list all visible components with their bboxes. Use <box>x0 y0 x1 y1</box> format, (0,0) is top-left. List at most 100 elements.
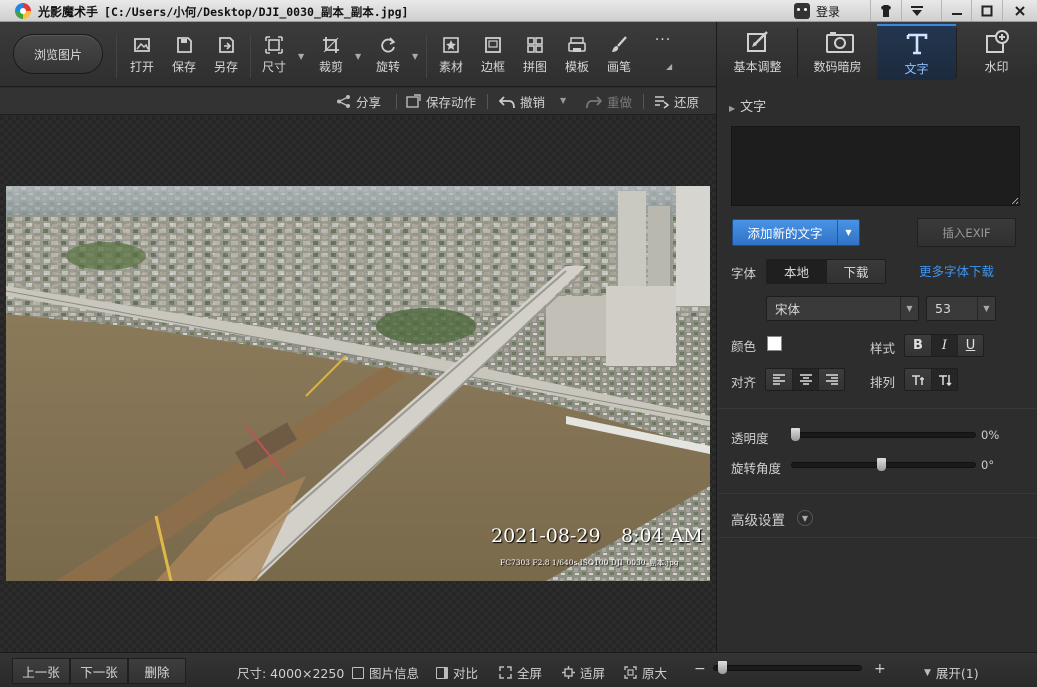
save-as-button[interactable]: 另存 <box>208 36 244 80</box>
bold-button[interactable]: B <box>905 335 931 356</box>
expand-filmstrip-button[interactable]: ▼ 展开(1) <box>924 663 979 682</box>
previous-image-button[interactable]: 上一张 <box>12 658 70 684</box>
fullscreen-button[interactable]: 全屏 <box>499 663 542 682</box>
align-center-icon <box>799 374 812 385</box>
resize-dropdown-icon[interactable]: ▼ <box>298 52 304 61</box>
fit-screen-button[interactable]: 适屏 <box>562 663 605 682</box>
font-size-select[interactable]: 53 ▼ <box>926 296 996 321</box>
tab-basic-adjust-label: 基本调整 <box>733 60 782 74</box>
font-source-download-tab[interactable]: 下载 <box>826 260 885 283</box>
compare-button[interactable]: 对比 <box>436 663 478 682</box>
restore-button[interactable]: 还原 <box>654 93 699 110</box>
tab-text-label: 文字 <box>904 62 929 76</box>
brush-button[interactable]: 画笔 <box>601 36 637 80</box>
zoom-in-button[interactable]: + <box>874 661 886 677</box>
rotate-dropdown-icon[interactable]: ▼ <box>412 52 418 61</box>
border-icon <box>484 36 502 54</box>
rotate-button[interactable]: 旋转 <box>370 36 406 80</box>
insert-exif-button[interactable]: 插入EXIF <box>917 218 1016 247</box>
text-content-input[interactable] <box>731 126 1020 206</box>
user-face-icon <box>794 3 810 19</box>
open-icon <box>133 36 151 54</box>
text-color-swatch[interactable] <box>767 336 782 351</box>
underline-button[interactable]: U <box>957 335 983 356</box>
app-logo-icon <box>15 3 31 19</box>
undo-button[interactable]: 撤销 <box>499 93 545 110</box>
fit-screen-label: 适屏 <box>580 666 606 681</box>
maximize-icon[interactable] <box>971 0 1001 21</box>
save-button[interactable]: 保存 <box>166 36 202 80</box>
image-info-button[interactable]: 图片信息 <box>352 663 419 682</box>
crop-button[interactable]: 裁剪 <box>313 36 349 80</box>
opacity-slider-thumb[interactable] <box>791 428 800 441</box>
vertical-text-button[interactable] <box>931 369 957 390</box>
zoom-slider[interactable] <box>713 665 862 671</box>
close-icon[interactable] <box>1002 0 1037 21</box>
browse-images-button[interactable]: 浏览图片 <box>13 34 103 74</box>
open-button[interactable]: 打开 <box>124 36 160 80</box>
minimize-icon[interactable] <box>941 0 971 21</box>
opacity-slider[interactable] <box>791 432 976 438</box>
restore-label: 还原 <box>674 95 700 110</box>
menu-icon[interactable] <box>901 0 931 21</box>
original-size-button[interactable]: 原大 <box>624 663 667 682</box>
opacity-label: 透明度 <box>731 431 769 446</box>
app-name: 光影魔术手 <box>38 5 99 19</box>
add-text-dropdown-icon[interactable]: ▼ <box>837 220 859 245</box>
expand-label: 展开(1) <box>935 666 979 681</box>
save-action-button[interactable]: 保存动作 <box>406 93 476 110</box>
action-bar: 分享 保存动作 撤销 ▼ 重做 还原 <box>0 88 716 115</box>
horizontal-text-button[interactable] <box>905 369 931 390</box>
zoom-out-button[interactable]: − <box>694 661 706 677</box>
align-left-button[interactable] <box>766 369 792 390</box>
toolbar-divider <box>250 34 251 78</box>
material-label: 素材 <box>438 60 463 74</box>
delete-image-button[interactable]: 删除 <box>128 658 186 684</box>
next-image-button[interactable]: 下一张 <box>70 658 128 684</box>
add-text-button[interactable]: 添加新的文字 ▼ <box>732 219 860 246</box>
rotation-slider-thumb[interactable] <box>877 458 886 471</box>
photo-date-stamp: 2021-08-29 <box>491 525 601 547</box>
login-button[interactable]: 登录 <box>794 1 840 21</box>
save-as-label: 另存 <box>213 60 238 74</box>
toolbar-expand-icon[interactable]: ◢ <box>666 62 672 71</box>
border-button[interactable]: 边框 <box>475 36 511 80</box>
main-toolbar: 浏览图片 打开 保存 另存 尺寸 ▼ 裁剪 ▼ 旋转 ▼ 素材 边框 拼图 模板… <box>0 22 716 87</box>
arrange-label: 排列 <box>870 375 896 390</box>
align-label: 对齐 <box>731 375 757 390</box>
tab-basic-adjust[interactable]: 基本调整 <box>718 24 797 80</box>
feature-tabs: 基本调整 数码暗房 文字 水印 <box>716 22 1037 82</box>
undo-dropdown-icon[interactable]: ▼ <box>560 96 566 105</box>
template-button[interactable]: 模板 <box>559 36 595 80</box>
image-canvas[interactable]: 2021-08-29 8:04 AM FC7303 F2.8 1/640s IS… <box>0 116 716 652</box>
horizontal-text-icon <box>912 374 924 385</box>
tab-watermark[interactable]: 水印 <box>957 24 1036 80</box>
chevron-down-icon[interactable]: ▼ <box>797 510 813 526</box>
compare-icon <box>436 666 448 679</box>
advanced-settings-label[interactable]: 高级设置 <box>731 509 785 529</box>
redo-label: 重做 <box>607 95 633 110</box>
zoom-slider-thumb[interactable] <box>718 661 727 674</box>
more-tools-button[interactable]: ··· <box>645 32 681 76</box>
more-fonts-link[interactable]: 更多字体下载 <box>919 261 994 280</box>
italic-button[interactable]: I <box>931 335 957 356</box>
tab-text[interactable]: 文字 <box>877 24 956 80</box>
tab-darkroom[interactable]: 数码暗房 <box>798 24 877 80</box>
text-section-header[interactable]: ▶ 文字 <box>729 96 766 115</box>
redo-button[interactable]: 重做 <box>586 93 632 110</box>
photo-preview: 2021-08-29 8:04 AM FC7303 F2.8 1/640s IS… <box>6 186 710 581</box>
share-button[interactable]: 分享 <box>336 93 381 110</box>
resize-label: 尺寸 <box>261 60 286 74</box>
resize-button[interactable]: 尺寸 <box>256 36 292 80</box>
opacity-value: 0% <box>981 428 1000 442</box>
align-right-button[interactable] <box>818 369 844 390</box>
material-button[interactable]: 素材 <box>433 36 469 80</box>
collage-button[interactable]: 拼图 <box>517 36 553 80</box>
skin-icon[interactable] <box>870 0 900 21</box>
crop-dropdown-icon[interactable]: ▼ <box>355 52 361 61</box>
more-tools-label: ··· <box>654 32 672 48</box>
save-icon <box>175 36 193 54</box>
font-source-local-tab[interactable]: 本地 <box>767 260 826 283</box>
align-center-button[interactable] <box>792 369 818 390</box>
font-family-select[interactable]: 宋体 ▼ <box>766 296 919 321</box>
